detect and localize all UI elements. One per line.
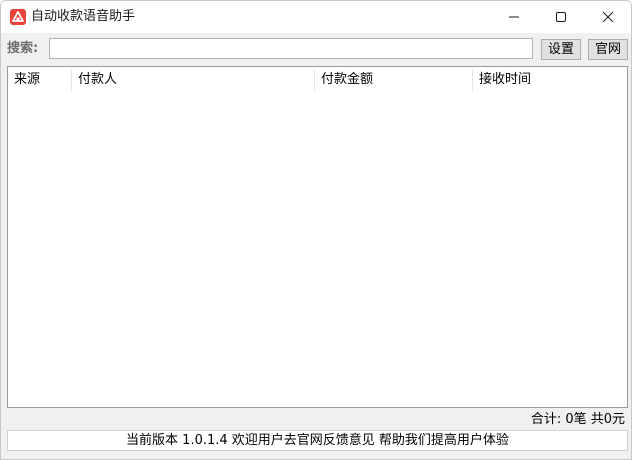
- close-icon: [602, 11, 614, 23]
- search-input[interactable]: [49, 38, 533, 59]
- maximize-button[interactable]: [538, 1, 584, 33]
- table-header: 来源 付款人 付款金额 接收时间: [8, 67, 627, 92]
- minimize-icon: [509, 16, 519, 18]
- website-button[interactable]: 官网: [588, 39, 628, 60]
- minimize-button[interactable]: [491, 1, 537, 33]
- close-button[interactable]: [585, 1, 631, 33]
- settings-button[interactable]: 设置: [541, 39, 581, 60]
- summary-totals: 合计: 0笔 共0元: [530, 412, 625, 427]
- search-label: 搜索:: [7, 41, 39, 56]
- maximize-icon: [556, 12, 566, 22]
- column-header-payer[interactable]: 付款人: [72, 67, 314, 92]
- column-header-source[interactable]: 来源: [8, 67, 71, 92]
- app-window: 自动收款语音助手 搜索: 设置 官网 来源 付款人 付款金额 接收时间 合计: …: [0, 0, 632, 460]
- window-title: 自动收款语音助手: [31, 9, 136, 24]
- version-message: 当前版本 1.0.1.4 欢迎用户去官网反馈意见 帮助我们提高用户体验: [126, 433, 509, 448]
- payments-table[interactable]: 来源 付款人 付款金额 接收时间: [7, 66, 628, 408]
- app-icon: [10, 9, 26, 25]
- status-bar: 当前版本 1.0.1.4 欢迎用户去官网反馈意见 帮助我们提高用户体验: [7, 430, 628, 451]
- title-bar[interactable]: 自动收款语音助手: [1, 1, 631, 33]
- column-header-received-time[interactable]: 接收时间: [473, 67, 627, 92]
- column-header-amount[interactable]: 付款金额: [315, 67, 472, 92]
